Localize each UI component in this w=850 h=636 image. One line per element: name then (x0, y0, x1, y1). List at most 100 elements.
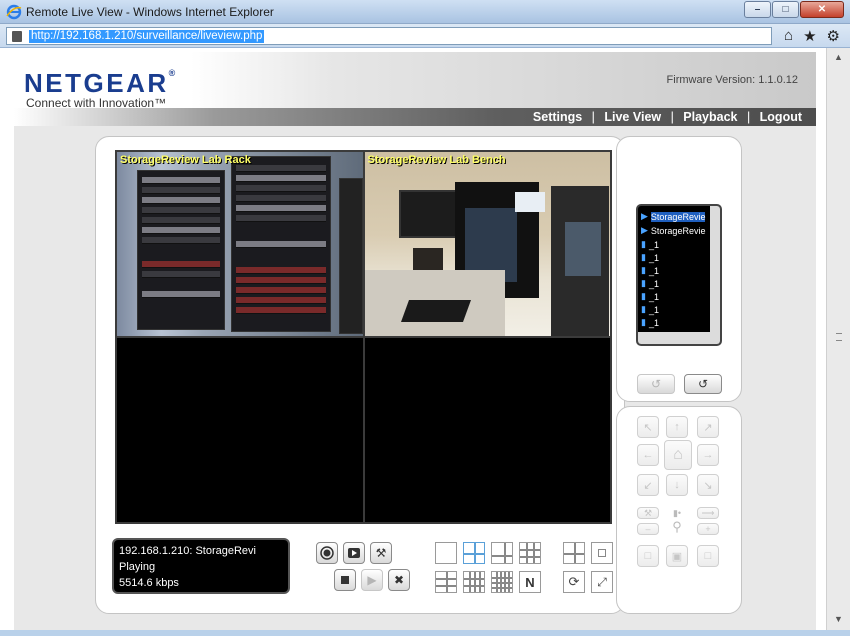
maximize-button[interactable]: □ (772, 1, 799, 18)
ptz-left[interactable]: ← (637, 444, 659, 466)
arrow-up-right-icon: ↗ (703, 421, 713, 434)
close-stream-button[interactable]: ✖ (388, 569, 410, 591)
preset-3-button[interactable]: □ (697, 545, 719, 567)
snapshot-button[interactable] (343, 542, 365, 564)
browser-tools: ⌂ ★ ⚙ (784, 27, 840, 45)
status-bitrate: 5514.6 kbps (119, 577, 179, 589)
stop-button[interactable] (334, 569, 356, 591)
ptz-right[interactable]: → (697, 444, 719, 466)
netgear-logo: NETGEAR® (24, 68, 176, 98)
gear-icon[interactable]: ⚙ (827, 27, 840, 45)
arrow-up-left-icon: ↖ (643, 421, 653, 434)
camera-item[interactable]: ▮ _1 (641, 303, 659, 316)
arrow-right-icon: ⟶ (701, 507, 715, 518)
layout-1plus7-button[interactable] (435, 571, 457, 593)
video-tile-2[interactable]: StorageReview Lab Bench (364, 152, 610, 336)
camera-list[interactable]: ▶ StorageRevie ▶ StorageRevie ▮ _1 ▮ _1 ▮ _… (636, 204, 722, 346)
camera-item[interactable]: ▮ _1 (641, 290, 659, 303)
layout-custom-button[interactable]: N (519, 571, 541, 593)
video-grid: StorageReview Lab Rack StorageReview Lab… (115, 150, 612, 524)
scroll-grip[interactable] (836, 333, 842, 341)
window-titlebar: Remote Live View - Windows Internet Expl… (0, 0, 850, 24)
close-window-button[interactable]: ✕ (800, 1, 844, 18)
nav-settings[interactable]: Settings (533, 110, 582, 124)
home-icon: ⌂ (673, 446, 683, 463)
layout-5x5-button[interactable] (491, 571, 513, 593)
status-state: Playing (119, 561, 156, 573)
window-title: Remote Live View - Windows Internet Expl… (26, 5, 274, 19)
nav-separator: | (670, 110, 674, 124)
preset-1-button[interactable]: □ (637, 545, 659, 567)
n-icon: N (525, 574, 535, 590)
ptz-up[interactable]: ↑ (666, 416, 688, 438)
layout-3x3-button[interactable] (519, 542, 541, 564)
ptz-down-right[interactable]: ↘ (697, 474, 719, 496)
nav-playback[interactable]: Playback (683, 110, 737, 124)
magnifier-icon: ⚲ (672, 519, 682, 534)
sequence-button[interactable]: ⟳ (563, 571, 585, 593)
focus-far-button[interactable]: ⟶ (697, 507, 719, 519)
history-button-disabled[interactable]: ↺ (637, 374, 675, 394)
camera-item[interactable]: ▶ StorageRevie (641, 210, 706, 223)
scroll-down-icon[interactable]: ▼ (834, 614, 843, 624)
page-scrollbar[interactable]: ▲ ▼ (826, 48, 850, 632)
camera-item[interactable]: ▮ _1 (641, 277, 659, 290)
camera-list-vscroll[interactable] (710, 206, 720, 334)
play-icon: ▶ (367, 573, 377, 587)
preset-2-button[interactable]: ▣ (666, 545, 688, 567)
favorites-star-icon[interactable]: ★ (803, 27, 816, 45)
nav-separator: | (591, 110, 595, 124)
layout-2x2-alt-button[interactable] (563, 542, 585, 564)
focus-button[interactable]: ⚒ (637, 507, 659, 519)
camera-item[interactable]: ▮ _1 (641, 238, 659, 251)
video-tile-4[interactable] (364, 338, 610, 522)
record-icon (320, 546, 334, 560)
rack-camera-feed (117, 152, 363, 336)
url-text[interactable]: http://192.168.1.210/surveillance/livevi… (29, 30, 265, 43)
internet-explorer-icon (6, 4, 22, 20)
camera-icon: ▮ (641, 291, 646, 301)
tile-label: StorageReview Lab Bench (367, 154, 506, 166)
layout-4x4-button[interactable] (463, 571, 485, 593)
ptz-down[interactable]: ↓ (666, 474, 688, 496)
camera-item[interactable]: ▮ _1 (641, 264, 659, 277)
camera-item[interactable]: ▮ _1 (641, 251, 659, 264)
camera-item[interactable]: ▶ StorageRevie (641, 224, 705, 237)
video-tile-3[interactable] (117, 338, 363, 522)
layout-2x2-button[interactable] (463, 542, 485, 564)
minimize-button[interactable]: – (744, 1, 771, 18)
zoom-in-button[interactable]: + (697, 523, 719, 535)
camera-item[interactable]: ▮ _1 (641, 316, 659, 329)
layout-1x1-button[interactable] (435, 542, 457, 564)
ptz-down-left[interactable]: ↙ (637, 474, 659, 496)
tile-label: StorageReview Lab Rack (120, 154, 251, 166)
record-button[interactable] (316, 542, 338, 564)
fullscreen-button[interactable]: ⤢ (591, 571, 613, 593)
camera-list-hscroll[interactable] (638, 332, 720, 344)
url-field[interactable]: http://192.168.1.210/surveillance/livevi… (6, 27, 772, 45)
layout-quad-alt-button[interactable] (591, 542, 613, 564)
nav-logout[interactable]: Logout (760, 110, 802, 124)
ptz-up-left[interactable]: ↖ (637, 416, 659, 438)
layout-1plus5-button[interactable] (491, 542, 513, 564)
focus-frame-icon: ▣ (671, 550, 683, 563)
nav-live-view[interactable]: Live View (604, 110, 661, 124)
minus-icon: – (645, 524, 651, 534)
ptz-up-right[interactable]: ↗ (697, 416, 719, 438)
home-icon[interactable]: ⌂ (784, 27, 793, 45)
zoom-out-button[interactable]: – (637, 523, 659, 535)
camera-icon: ▮ (641, 304, 646, 314)
video-tile-1[interactable]: StorageReview Lab Rack (117, 152, 363, 336)
tools-icon: ⚒ (375, 546, 387, 560)
camera-zoom-indicator: ▮• (666, 507, 688, 519)
status-source: 192.168.1.210: StorageRevi (119, 545, 256, 557)
clock-back-icon: ↺ (650, 377, 662, 391)
settings-tools-button[interactable]: ⚒ (370, 542, 392, 564)
ptz-home[interactable]: ⌂ (664, 440, 692, 470)
close-icon: ✖ (393, 573, 405, 587)
history-button[interactable]: ↺ (684, 374, 722, 394)
stop-icon (341, 576, 349, 584)
play-button[interactable]: ▶ (361, 569, 383, 591)
arrow-right-icon: → (702, 449, 714, 461)
scroll-up-icon[interactable]: ▲ (834, 52, 843, 62)
